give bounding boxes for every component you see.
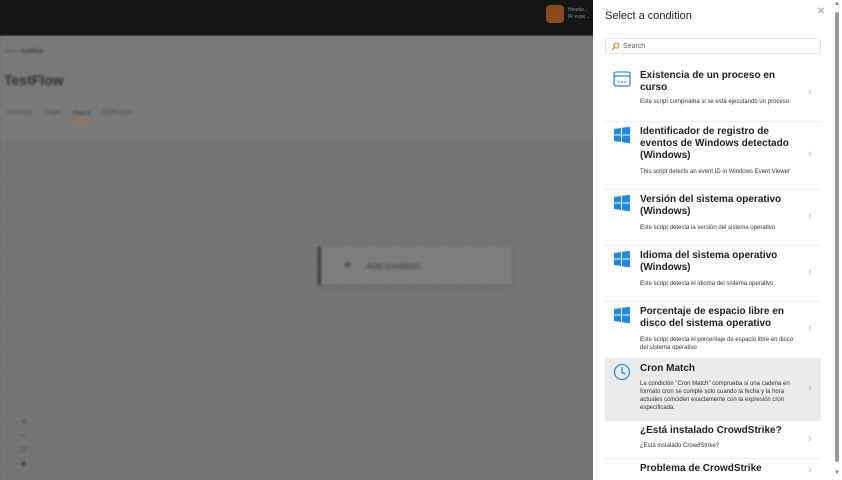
- chevron-right-icon: ›: [808, 464, 812, 476]
- condition-item[interactable]: Idioma del sistema operativo (Windows) E…: [605, 246, 821, 302]
- chevron-right-icon: ›: [808, 382, 812, 394]
- scroll-down-icon[interactable]: ▼: [834, 470, 840, 476]
- condition-title: Idioma del sistema operativo (Windows): [640, 250, 778, 273]
- panel-title: Select a condition: [605, 10, 692, 22]
- chevron-right-icon: ›: [808, 322, 812, 334]
- plus-icon: +: [343, 257, 353, 274]
- search-input[interactable]: [623, 42, 813, 50]
- breadcrumb-root[interactable]: Dex: [5, 49, 16, 55]
- condition-title: Problema de CrowdStrike: [640, 463, 762, 474]
- windows-icon: [614, 126, 630, 144]
- chevron-right-icon: ›: [808, 266, 812, 278]
- tab-notification[interactable]: Notification: [102, 110, 132, 123]
- condition-item[interactable]: ¿Está instalado CrowdStrike? ¿Está insta…: [605, 421, 821, 459]
- user-menu[interactable]: Headw... IR expe...: [546, 5, 589, 23]
- page-title: TestFlow: [4, 72, 64, 88]
- condition-description: La condición "Cron Match" comprueba si u…: [640, 381, 790, 411]
- condition-item[interactable]: Cron Match La condición "Cron Match" com…: [605, 359, 821, 421]
- condition-title: Identificador de registro de eventos de …: [640, 126, 789, 161]
- process-window-icon: [613, 71, 631, 87]
- windows-icon: [614, 306, 630, 324]
- condition-item[interactable]: Versión del sistema operativo (Windows) …: [605, 190, 821, 246]
- breadcrumb-current: testflow: [20, 49, 44, 55]
- tab-flow[interactable]: Flow ▾: [72, 110, 91, 123]
- clock-icon: [613, 363, 631, 381]
- tab-overview[interactable]: Overview: [7, 110, 32, 123]
- add-condition-label: Add condition: [366, 261, 421, 271]
- chevron-right-icon: ›: [808, 210, 812, 222]
- zoom-controls: + − □ ●: [21, 418, 26, 468]
- windows-icon: [614, 250, 630, 268]
- condition-title: ¿Está instalado CrowdStrike?: [640, 425, 782, 436]
- main-content-dimmed: Dex / testflow TestFlow Overview Target …: [0, 36, 593, 480]
- condition-title: Cron Match: [640, 363, 695, 374]
- condition-description: Este script detecta el idioma del sistem…: [640, 281, 774, 287]
- condition-item[interactable]: Problema de CrowdStrike ›: [605, 459, 821, 480]
- avatar: [546, 5, 564, 23]
- chevron-right-icon: ›: [808, 433, 812, 445]
- zoom-out-button[interactable]: −: [21, 432, 26, 440]
- lock-button[interactable]: ●: [21, 460, 26, 468]
- user-name: Headw...: [568, 7, 588, 13]
- condition-title: Existencia de un proceso en curso: [640, 70, 776, 93]
- app-window: Headw... IR expe... Dex / testflow TestF…: [0, 0, 842, 480]
- close-icon[interactable]: ✕: [817, 6, 825, 17]
- chevron-right-icon: ›: [808, 86, 812, 98]
- condition-description: Este script detecta la versión del siste…: [640, 225, 776, 231]
- condition-description: Este script comprueba si se está ejecuta…: [640, 99, 791, 105]
- scroll-up-icon[interactable]: ▲: [834, 1, 840, 7]
- search-box[interactable]: [605, 38, 821, 54]
- zoom-in-button[interactable]: +: [21, 418, 26, 426]
- add-condition-node[interactable]: + Add condition: [318, 247, 512, 285]
- condition-title: Versión del sistema operativo (Windows): [640, 194, 782, 217]
- tab-target[interactable]: Target: [44, 110, 61, 123]
- user-subtitle: IR expe...: [568, 14, 590, 20]
- flow-canvas[interactable]: [0, 140, 593, 480]
- windows-icon: [614, 194, 630, 212]
- condition-description: This script detects an event ID in Windo…: [640, 169, 790, 175]
- condition-panel: Select a condition Existencia de un proc…: [593, 0, 842, 480]
- condition-description: ¿Está instalado CrowdStrike?: [640, 443, 720, 449]
- condition-description: Este script detecta el porcentaje de esp…: [640, 337, 794, 351]
- chevron-right-icon: ›: [808, 148, 812, 160]
- tab-bar: Overview Target Flow ▾ Notification: [7, 110, 132, 123]
- condition-item[interactable]: Identificador de registro de eventos de …: [605, 122, 821, 190]
- search-icon: [611, 42, 620, 50]
- condition-title: Porcentaje de espacio libre en disco del…: [640, 306, 784, 329]
- breadcrumb: Dex / testflow: [5, 49, 43, 55]
- condition-item[interactable]: Existencia de un proceso en curso Este s…: [605, 66, 821, 122]
- scrollbar-thumb[interactable]: [835, 12, 839, 462]
- breadcrumb-separator: /: [17, 49, 20, 55]
- fit-view-button[interactable]: □: [21, 446, 26, 454]
- condition-item[interactable]: Porcentaje de espacio libre en disco del…: [605, 302, 821, 359]
